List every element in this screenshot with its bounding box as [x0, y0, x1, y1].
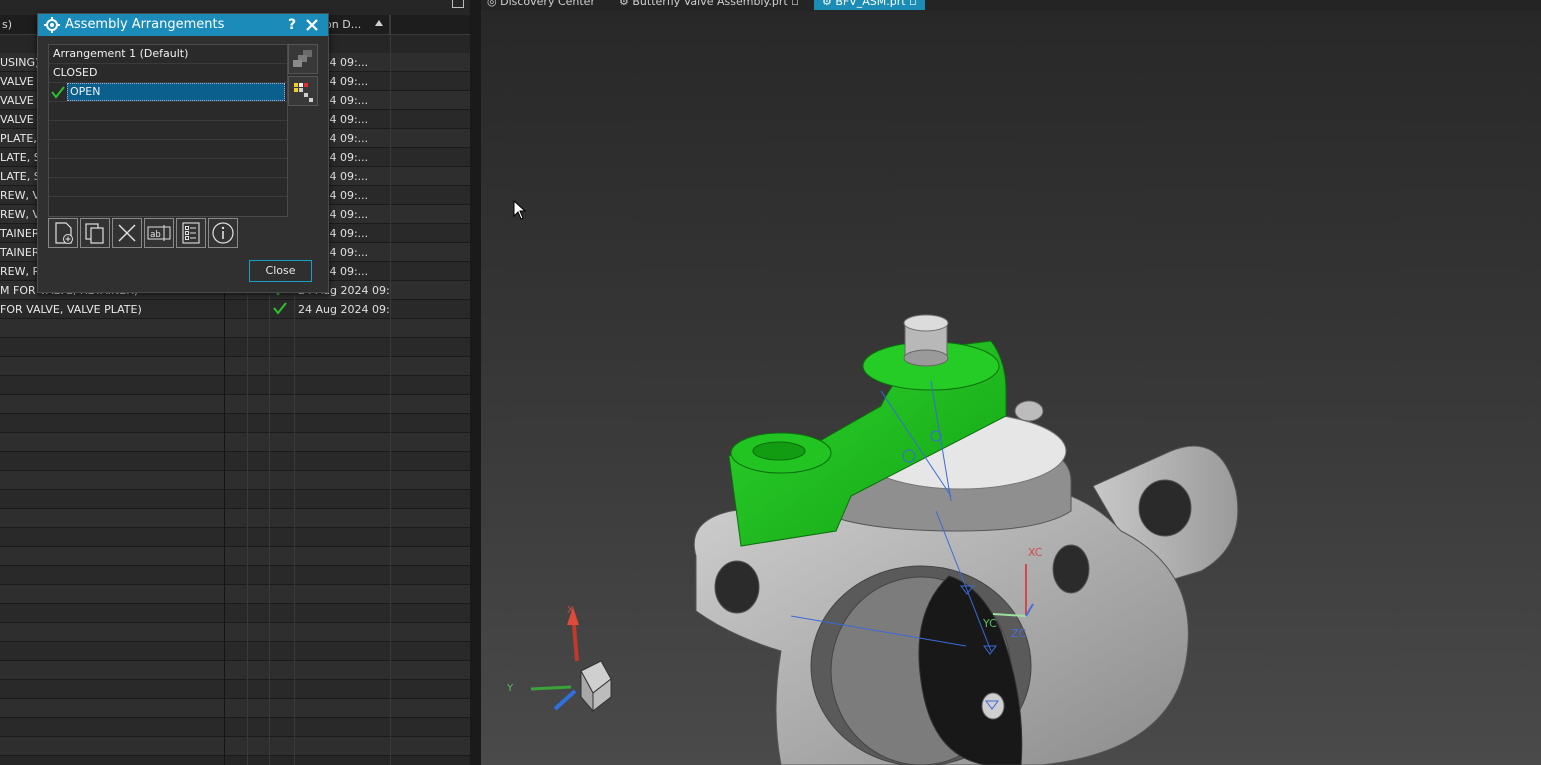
- table-row[interactable]: [0, 357, 470, 376]
- arrangement-item[interactable]: CLOSED: [49, 64, 287, 83]
- table-row[interactable]: [0, 737, 470, 756]
- column-header-blank-4[interactable]: [390, 15, 470, 34]
- list-item-empty: [49, 102, 287, 121]
- arrangement-list: Arrangement 1 (Default) CLOSED OPEN: [48, 44, 288, 217]
- tab-label: BFV_ASM.prt: [835, 0, 906, 8]
- triad-x-label: X: [567, 605, 574, 616]
- table-row[interactable]: [0, 509, 470, 528]
- close-button[interactable]: Close: [249, 260, 312, 282]
- wcs-triad-icon[interactable]: [981, 556, 1041, 636]
- arrangement-list-button[interactable]: [176, 218, 206, 248]
- svg-text:ab: ab: [150, 230, 161, 240]
- flange-hole: [1052, 544, 1090, 594]
- tab-label: Discovery Center: [500, 0, 595, 8]
- new-document-icon: [55, 222, 73, 244]
- info-icon: [212, 222, 234, 244]
- table-row[interactable]: [0, 604, 470, 623]
- copy-icon: [85, 223, 104, 244]
- list-item-empty: [49, 178, 287, 197]
- view-triad-icon[interactable]: [501, 601, 621, 721]
- tab-butterfly-valve-assembly[interactable]: ⚙ Butterfly Valve Assembly.prt ▫: [619, 0, 799, 10]
- table-row[interactable]: [0, 395, 470, 414]
- rename-arrangement-button[interactable]: ab: [144, 218, 174, 248]
- table-row[interactable]: [0, 338, 470, 357]
- set-default-button[interactable]: [288, 44, 318, 74]
- rename-icon: ab: [147, 225, 171, 241]
- arrangement-item[interactable]: Arrangement 1 (Default): [49, 45, 287, 64]
- help-button[interactable]: ?: [285, 14, 299, 36]
- table-row[interactable]: [0, 490, 470, 509]
- new-arrangement-button[interactable]: [48, 218, 78, 248]
- disc-screw: [981, 692, 1005, 720]
- right-lug-hole: [1138, 479, 1192, 537]
- tab-discovery-center[interactable]: ◎ Discovery Center: [487, 0, 595, 10]
- table-row[interactable]: [0, 528, 470, 547]
- list-item-empty: [49, 140, 287, 159]
- arrangement-grid-icon: [294, 83, 313, 102]
- arrangement-item-selected[interactable]: OPEN: [49, 83, 287, 102]
- table-row[interactable]: [0, 414, 470, 433]
- arrangement-label: Arrangement 1 (Default): [53, 47, 189, 60]
- triad-y-label: Y: [507, 683, 514, 694]
- information-button[interactable]: [208, 218, 238, 248]
- delete-arrangement-button[interactable]: [112, 218, 142, 248]
- gear-icon: [44, 17, 60, 33]
- graphics-viewport[interactable]: XC YC ZC X Y: [481, 11, 1541, 765]
- check-icon: [272, 300, 292, 319]
- stop-screw: [1014, 400, 1044, 422]
- stacked-squares-icon: [293, 50, 312, 67]
- row-date: 24 Aug 2024 09:...: [298, 303, 390, 316]
- column-divider: [390, 15, 391, 765]
- table-row[interactable]: [0, 566, 470, 585]
- sort-ascending-icon[interactable]: [375, 20, 383, 26]
- table-row[interactable]: [0, 433, 470, 452]
- delete-x-icon: [118, 224, 136, 242]
- maximize-icon[interactable]: [452, 0, 464, 8]
- row-name: FOR VALVE, VALVE PLATE): [0, 303, 142, 316]
- arrangement-label: CLOSED: [53, 66, 98, 79]
- table-row[interactable]: FOR VALVE, VALVE PLATE) 24 Aug 2024 09:..…: [0, 300, 470, 319]
- table-row[interactable]: [0, 623, 470, 642]
- tab-label: Butterfly Valve Assembly.prt: [632, 0, 788, 8]
- arrangement-label: OPEN: [67, 83, 285, 101]
- dialog-title-bar[interactable]: Assembly Arrangements ?: [38, 14, 328, 36]
- tab-bfv-asm[interactable]: ⚙ BFV_ASM.prt ▫: [814, 0, 925, 10]
- mouse-cursor-icon: [513, 200, 527, 220]
- list-item-empty: [49, 121, 287, 140]
- table-row[interactable]: [0, 376, 470, 395]
- close-icon[interactable]: [304, 17, 320, 33]
- list-item-empty: [49, 159, 287, 178]
- table-row[interactable]: [0, 547, 470, 566]
- checklist-icon: [182, 222, 200, 244]
- table-row[interactable]: [0, 642, 470, 661]
- left-lug-hole: [714, 560, 760, 614]
- valve-model-render: [693, 314, 1239, 765]
- table-row[interactable]: [0, 319, 470, 338]
- assembly-arrangements-dialog: Assembly Arrangements ? Arrangement 1 (D…: [37, 13, 329, 293]
- table-row[interactable]: [0, 699, 470, 718]
- table-row[interactable]: [0, 718, 470, 737]
- table-row[interactable]: [0, 585, 470, 604]
- dialog-title: Assembly Arrangements: [65, 17, 225, 32]
- check-icon: [51, 86, 65, 99]
- copy-arrangement-button[interactable]: [80, 218, 110, 248]
- pane-splitter[interactable]: [470, 0, 481, 765]
- table-row[interactable]: [0, 680, 470, 699]
- arrangement-properties-button[interactable]: [288, 76, 318, 106]
- table-row[interactable]: [0, 452, 470, 471]
- table-row[interactable]: [0, 661, 470, 680]
- table-row[interactable]: [0, 471, 470, 490]
